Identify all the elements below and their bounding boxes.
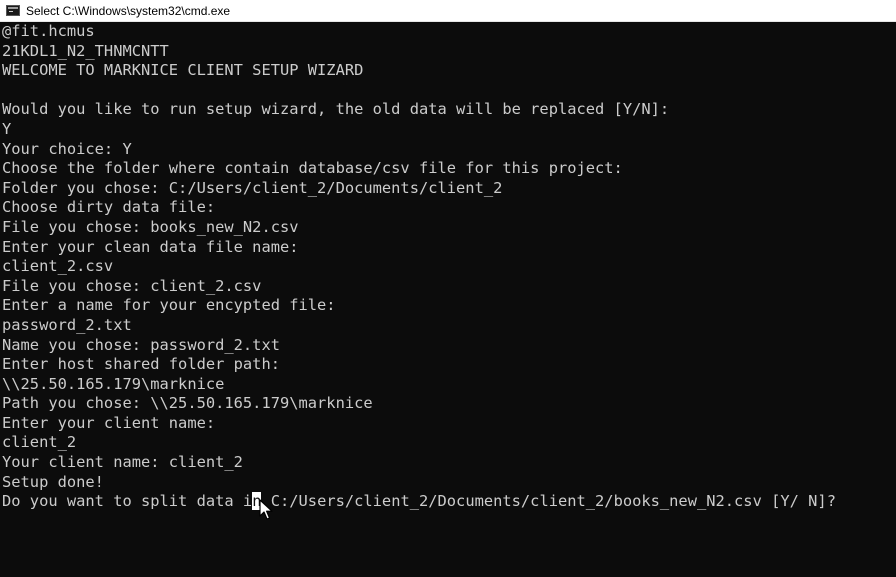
console-line: Folder you chose: C:/Users/client_2/Docu… bbox=[2, 178, 503, 197]
console-line: @fit.hcmus bbox=[2, 22, 95, 40]
console-line: Would you like to run setup wizard, the … bbox=[2, 100, 670, 119]
console-output[interactable]: @fit.hcmus 21KDL1_N2_THNMCNTT WELCOME TO M… bbox=[2, 22, 894, 492]
console-line: 21KDL1_N2_THNMCNTT bbox=[2, 41, 169, 60]
console-line: Enter your clean data file name: bbox=[2, 237, 299, 256]
console-line: client_2.csv bbox=[2, 257, 114, 276]
console-line: Name you chose: password_2.txt bbox=[2, 335, 280, 354]
console-line: Your choice: Y bbox=[2, 139, 132, 158]
console-line: Enter a name for your encypted file: bbox=[2, 296, 336, 315]
console-prompt-line[interactable]: Do you want to split data in C:/Users/cl… bbox=[2, 492, 836, 512]
console-line: Y bbox=[2, 119, 12, 138]
console-line: Choose the folder where contain database… bbox=[2, 159, 623, 178]
cmd-window: Select C:\Windows\system32\cmd.exe @fit.… bbox=[0, 0, 896, 577]
console-line: Enter your client name: bbox=[2, 413, 216, 432]
mouse-pointer-icon bbox=[259, 499, 273, 520]
console-line: Path you chose: \\25.50.165.179\marknice bbox=[2, 394, 373, 413]
console-line: Your client name: client_2 bbox=[2, 453, 243, 472]
title-bar[interactable]: Select C:\Windows\system32\cmd.exe bbox=[0, 0, 896, 22]
console-line: Choose dirty data file: bbox=[2, 198, 216, 217]
console-line: WELCOME TO MARKNICE CLIENT SETUP WIZARD bbox=[2, 61, 364, 80]
window-title: Select C:\Windows\system32\cmd.exe bbox=[26, 3, 231, 18]
prompt-text-after: C:/Users/client_2/Documents/client_2/boo… bbox=[261, 492, 836, 511]
console-line: client_2 bbox=[2, 433, 77, 452]
console-line: \\25.50.165.179\marknice bbox=[2, 374, 225, 393]
console-line: Enter host shared folder path: bbox=[2, 355, 280, 374]
console-line: Setup done! bbox=[2, 472, 104, 491]
console-line: File you chose: books_new_N2.csv bbox=[2, 217, 299, 236]
console-line: password_2.txt bbox=[2, 315, 132, 334]
console-line: File you chose: client_2.csv bbox=[2, 276, 262, 295]
cmd-app-icon[interactable] bbox=[6, 5, 20, 16]
prompt-text-before: Do you want to split data i bbox=[2, 492, 253, 511]
